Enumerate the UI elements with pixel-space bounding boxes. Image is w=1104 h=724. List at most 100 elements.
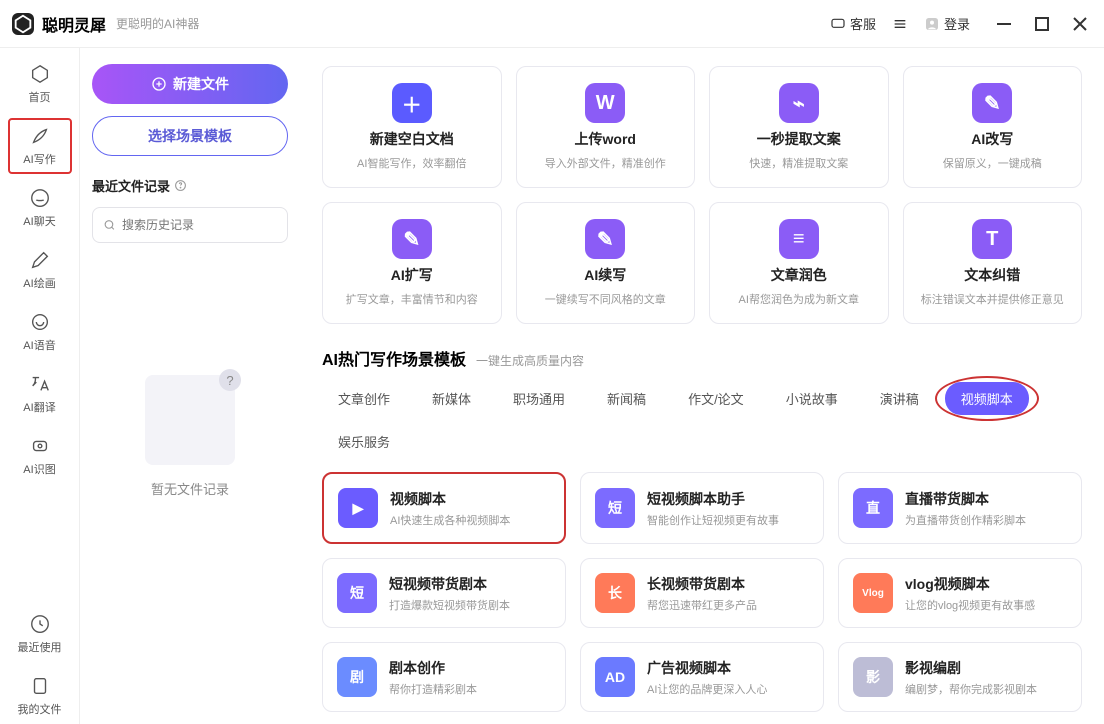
sidebar-item-files[interactable]: 我的文件 xyxy=(8,668,72,724)
template-desc: AI快速生成各种视频脚本 xyxy=(390,512,510,528)
sidebar-item-label: AI聊天 xyxy=(23,213,55,229)
template-card[interactable]: 短短视频脚本助手智能创作让短视频更有故事 xyxy=(580,472,824,544)
choose-template-button[interactable]: 选择场景模板 xyxy=(92,116,288,156)
search-input[interactable] xyxy=(122,218,277,232)
action-icon: ＋ xyxy=(392,83,432,123)
action-title: 文本纠错 xyxy=(964,265,1020,285)
action-title: AI续写 xyxy=(584,265,626,285)
sidebar-item-chat[interactable]: AI聊天 xyxy=(8,180,72,236)
sidebar-item-voice[interactable]: AI语音 xyxy=(8,304,72,360)
action-title: 一秒提取文案 xyxy=(757,129,841,149)
support-button[interactable]: 客服 xyxy=(822,10,884,37)
plus-circle-icon xyxy=(151,76,167,92)
clipboard-icon xyxy=(145,375,235,465)
chat-icon xyxy=(830,16,846,32)
template-tab[interactable]: 文章创作 xyxy=(322,382,406,415)
sidebar: 首页 AI写作 AI聊天 AI绘画 AI语音 AI翻译 AI识图 最近使用 我的… xyxy=(0,48,80,724)
action-desc: 快速，精准提取文案 xyxy=(749,155,848,171)
action-card[interactable]: T 文本纠错标注错误文本并提供修正意见 xyxy=(903,202,1083,324)
template-card[interactable]: Vlog vlog视频脚本让您的vlog视频更有故事感 xyxy=(838,558,1082,628)
template-icon: 影 xyxy=(853,657,893,697)
app-logo-icon xyxy=(12,13,34,35)
template-tab[interactable]: 新闻稿 xyxy=(591,382,662,415)
login-label: 登录 xyxy=(944,14,970,33)
template-icon: 剧 xyxy=(337,657,377,697)
action-card[interactable]: ⌁ 一秒提取文案快速，精准提取文案 xyxy=(709,66,889,188)
action-icon: T xyxy=(972,219,1012,259)
maximize-button[interactable] xyxy=(1030,12,1054,36)
action-icon: ⌁ xyxy=(779,83,819,123)
template-icon: 长 xyxy=(595,573,635,613)
section-header: AI热门写作场景模板 一键生成高质量内容 xyxy=(322,346,1082,370)
template-card[interactable]: ▶ 视频脚本 AI快速生成各种视频脚本 xyxy=(322,472,566,544)
action-icon: ✎ xyxy=(392,219,432,259)
login-button[interactable]: 登录 xyxy=(916,10,978,37)
action-title: 文章润色 xyxy=(771,265,827,285)
app-title: 聪明灵犀 xyxy=(42,12,106,36)
minimize-button[interactable] xyxy=(992,12,1016,36)
sidebar-item-label: 首页 xyxy=(29,89,51,105)
menu-button[interactable] xyxy=(884,12,916,36)
template-tab[interactable]: 演讲稿 xyxy=(864,382,935,415)
action-desc: 导入外部文件，精准创作 xyxy=(545,155,666,171)
sidebar-item-label: AI翻译 xyxy=(23,399,55,415)
template-title: 长视频带货剧本 xyxy=(647,574,757,594)
action-icon: ✎ xyxy=(972,83,1012,123)
template-card[interactable]: 剧剧本创作帮你打造精彩剧本 xyxy=(322,642,566,712)
close-button[interactable] xyxy=(1068,12,1092,36)
action-desc: 保留原义，一键成稿 xyxy=(943,155,1042,171)
action-card[interactable]: ✎ AI改写保留原义，一键成稿 xyxy=(903,66,1083,188)
template-tab[interactable]: 作文/论文 xyxy=(672,382,760,415)
action-desc: AI帮您润色为成为新文章 xyxy=(739,291,859,307)
action-desc: 标注错误文本并提供修正意见 xyxy=(921,291,1064,307)
search-box[interactable] xyxy=(92,207,288,243)
main-content: ＋新建空白文档AI智能写作，效率翻倍W上传word导入外部文件，精准创作⌁一秒提… xyxy=(300,48,1104,724)
action-card[interactable]: ✎AI扩写扩写文章，丰富情节和内容 xyxy=(322,202,502,324)
action-icon: ✎ xyxy=(585,219,625,259)
sidebar-item-vision[interactable]: AI识图 xyxy=(8,428,72,484)
sidebar-item-label: AI写作 xyxy=(23,151,55,167)
template-tab[interactable]: 娱乐服务 xyxy=(322,425,406,458)
user-icon xyxy=(924,16,940,32)
template-tab[interactable]: 职场通用 xyxy=(497,382,581,415)
template-tab[interactable]: 视频脚本 xyxy=(945,382,1029,415)
template-icon: 直 xyxy=(853,488,893,528)
template-title: vlog视频脚本 xyxy=(905,574,1035,594)
action-card[interactable]: ＋新建空白文档AI智能写作，效率翻倍 xyxy=(322,66,502,188)
template-title: 视频脚本 xyxy=(390,489,510,509)
new-file-button[interactable]: 新建文件 xyxy=(92,64,288,104)
sidebar-item-write[interactable]: AI写作 xyxy=(8,118,72,174)
app-subtitle: 更聪明的AI神器 xyxy=(116,15,199,32)
template-desc: 让您的vlog视频更有故事感 xyxy=(905,597,1035,613)
template-card[interactable]: AD广告视频脚本AI让您的品牌更深入人心 xyxy=(580,642,824,712)
empty-text: 暂无文件记录 xyxy=(151,479,229,498)
section-title: AI热门写作场景模板 xyxy=(322,346,466,370)
template-title: 广告视频脚本 xyxy=(647,658,767,678)
template-card[interactable]: 长长视频带货剧本帮您迅速带红更多产品 xyxy=(580,558,824,628)
sidebar-item-home[interactable]: 首页 xyxy=(8,56,72,112)
template-card[interactable]: 直直播带货脚本为直播带货创作精彩脚本 xyxy=(838,472,1082,544)
action-desc: 一键续写不同风格的文章 xyxy=(545,291,666,307)
sidebar-item-recent[interactable]: 最近使用 xyxy=(8,606,72,662)
support-label: 客服 xyxy=(850,14,876,33)
template-tab[interactable]: 新媒体 xyxy=(416,382,487,415)
sidebar-item-label: AI识图 xyxy=(23,461,55,477)
action-icon: W xyxy=(585,83,625,123)
template-tab[interactable]: 小说故事 xyxy=(770,382,854,415)
action-title: 新建空白文档 xyxy=(370,129,454,149)
template-icon: ▶ xyxy=(338,488,378,528)
sidebar-item-translate[interactable]: AI翻译 xyxy=(8,366,72,422)
template-card[interactable]: 影影视编剧编剧梦，帮你完成影视剧本 xyxy=(838,642,1082,712)
template-card[interactable]: 短短视频带货剧本打造爆款短视频带货剧本 xyxy=(322,558,566,628)
template-title: 剧本创作 xyxy=(389,658,477,678)
template-icon: Vlog xyxy=(853,573,893,613)
template-desc: 智能创作让短视频更有故事 xyxy=(647,512,779,528)
action-title: AI改写 xyxy=(971,129,1013,149)
action-title: 上传word xyxy=(575,129,636,149)
sidebar-item-draw[interactable]: AI绘画 xyxy=(8,242,72,298)
action-card[interactable]: ✎ AI续写一键续写不同风格的文章 xyxy=(516,202,696,324)
action-card[interactable]: W 上传word 导入外部文件，精准创作 xyxy=(516,66,696,188)
template-icon: AD xyxy=(595,657,635,697)
action-card[interactable]: ≡文章润色AI帮您润色为成为新文章 xyxy=(709,202,889,324)
recent-title: 最近文件记录 xyxy=(92,176,288,195)
